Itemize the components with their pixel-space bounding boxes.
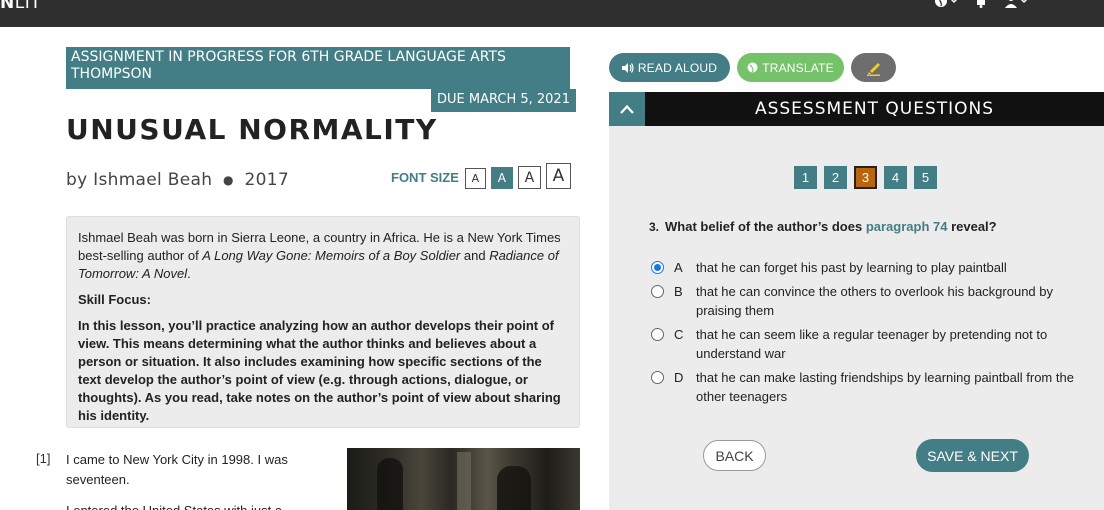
chevron-down-icon: [950, 0, 958, 4]
question-number-button-current[interactable]: 3: [854, 166, 877, 189]
top-icons: [934, 0, 1028, 8]
globe-icon[interactable]: [934, 0, 958, 8]
answer-option-d[interactable]: D that he can make lasting friendships b…: [651, 368, 1101, 406]
font-size-medium-button[interactable]: A: [490, 167, 513, 189]
answer-options: A that he can forget his past by learnin…: [651, 258, 1101, 411]
paragraph-number: [1]: [36, 451, 51, 466]
collapse-panel-button[interactable]: [609, 92, 645, 126]
option-letter: C: [674, 327, 684, 342]
answer-option-a[interactable]: A that he can forget his past by learnin…: [651, 258, 1101, 277]
question-number-button[interactable]: 2: [824, 166, 847, 189]
globe-icon: [747, 62, 758, 73]
option-letter: A: [674, 260, 683, 275]
question-navigator: 1 2 3 4 5: [794, 166, 937, 189]
read-aloud-label: READ ALOUD: [637, 60, 718, 75]
article-title: UNUSUAL NORMALITY: [66, 113, 438, 146]
option-text: that he can seem like a regular teenager…: [696, 327, 1048, 361]
option-letter: D: [674, 370, 684, 385]
assignment-banner: ASSIGNMENT IN PROGRESS FOR 6TH GRADE LAN…: [66, 47, 570, 89]
lesson-description: In this lesson, you’ll practice analyzin…: [78, 318, 561, 423]
radio-button[interactable]: [651, 328, 664, 341]
translate-label: TRANSLATE: [762, 60, 834, 75]
font-size-xlarge-button[interactable]: A: [545, 163, 571, 189]
chevron-up-icon: [620, 104, 634, 114]
author-bio: Ishmael Beah was born in Sierra Leone, a…: [78, 230, 561, 281]
highlighter-icon: [866, 62, 880, 76]
font-size-selector: FONT SIZE A A A A: [391, 163, 571, 189]
radio-button[interactable]: [651, 285, 664, 298]
font-size-large-button[interactable]: A: [517, 166, 541, 189]
commonlit-logo[interactable]: NLIT: [0, 0, 41, 13]
question-prompt: 3. What belief of the author’s does parag…: [649, 219, 997, 234]
paragraph-link[interactable]: paragraph 74: [866, 219, 948, 234]
speaker-icon: [621, 62, 634, 73]
passage-line: I entered the United States with just a: [66, 501, 316, 510]
publication-year: 2017: [244, 170, 289, 190]
user-icon[interactable]: [1004, 0, 1028, 8]
story-image: [347, 448, 580, 510]
chevron-down-icon: [1020, 0, 1028, 4]
bell-icon[interactable]: [974, 0, 988, 8]
option-letter: B: [674, 284, 683, 299]
separator-dot: ●: [223, 173, 234, 187]
due-date-badge: DUE MARCH 5, 2021: [431, 89, 576, 112]
radio-button[interactable]: [651, 261, 664, 274]
assessment-title: ASSESSMENT QUESTIONS: [754, 99, 995, 119]
assessment-header: ASSESSMENT QUESTIONS: [609, 92, 1104, 126]
option-text: that he can convince the others to overl…: [696, 284, 1053, 318]
back-button[interactable]: BACK: [703, 440, 766, 471]
book-title-1: A Long Way Gone: Memoirs of a Boy Soldie…: [202, 248, 461, 263]
translate-button[interactable]: TRANSLATE: [737, 53, 844, 82]
answer-option-c[interactable]: C that he can seem like a regular teenag…: [651, 325, 1101, 363]
question-number-button[interactable]: 4: [884, 166, 907, 189]
answer-option-b[interactable]: B that he can convince the others to ove…: [651, 282, 1101, 320]
skill-focus-label: Skill Focus:: [78, 292, 151, 307]
font-size-small-button[interactable]: A: [464, 168, 486, 189]
passage-text: I came to New York City in 1998. I was s…: [66, 450, 316, 510]
logo-bold: N: [0, 0, 15, 13]
question-number: 3.: [649, 220, 660, 234]
introduction-box: Ishmael Beah was born in Sierra Leone, a…: [66, 216, 580, 428]
logo-rest: LIT: [14, 0, 42, 13]
option-text: that he can forget his past by learning …: [696, 260, 1007, 275]
passage-line: I came to New York City in 1998. I was s…: [66, 452, 288, 487]
question-number-button[interactable]: 5: [914, 166, 937, 189]
font-size-label: FONT SIZE: [391, 170, 459, 185]
save-and-next-button[interactable]: SAVE & NEXT: [916, 439, 1029, 472]
annotate-button[interactable]: [851, 53, 896, 82]
top-navigation-bar: NLIT: [0, 0, 1104, 27]
author: by Ishmael Beah: [66, 170, 213, 190]
read-aloud-button[interactable]: READ ALOUD: [609, 53, 730, 82]
radio-button[interactable]: [651, 371, 664, 384]
option-text: that he can make lasting friendships by …: [696, 370, 1074, 404]
question-number-button[interactable]: 1: [794, 166, 817, 189]
article-byline: by Ishmael Beah ● 2017: [66, 170, 289, 190]
